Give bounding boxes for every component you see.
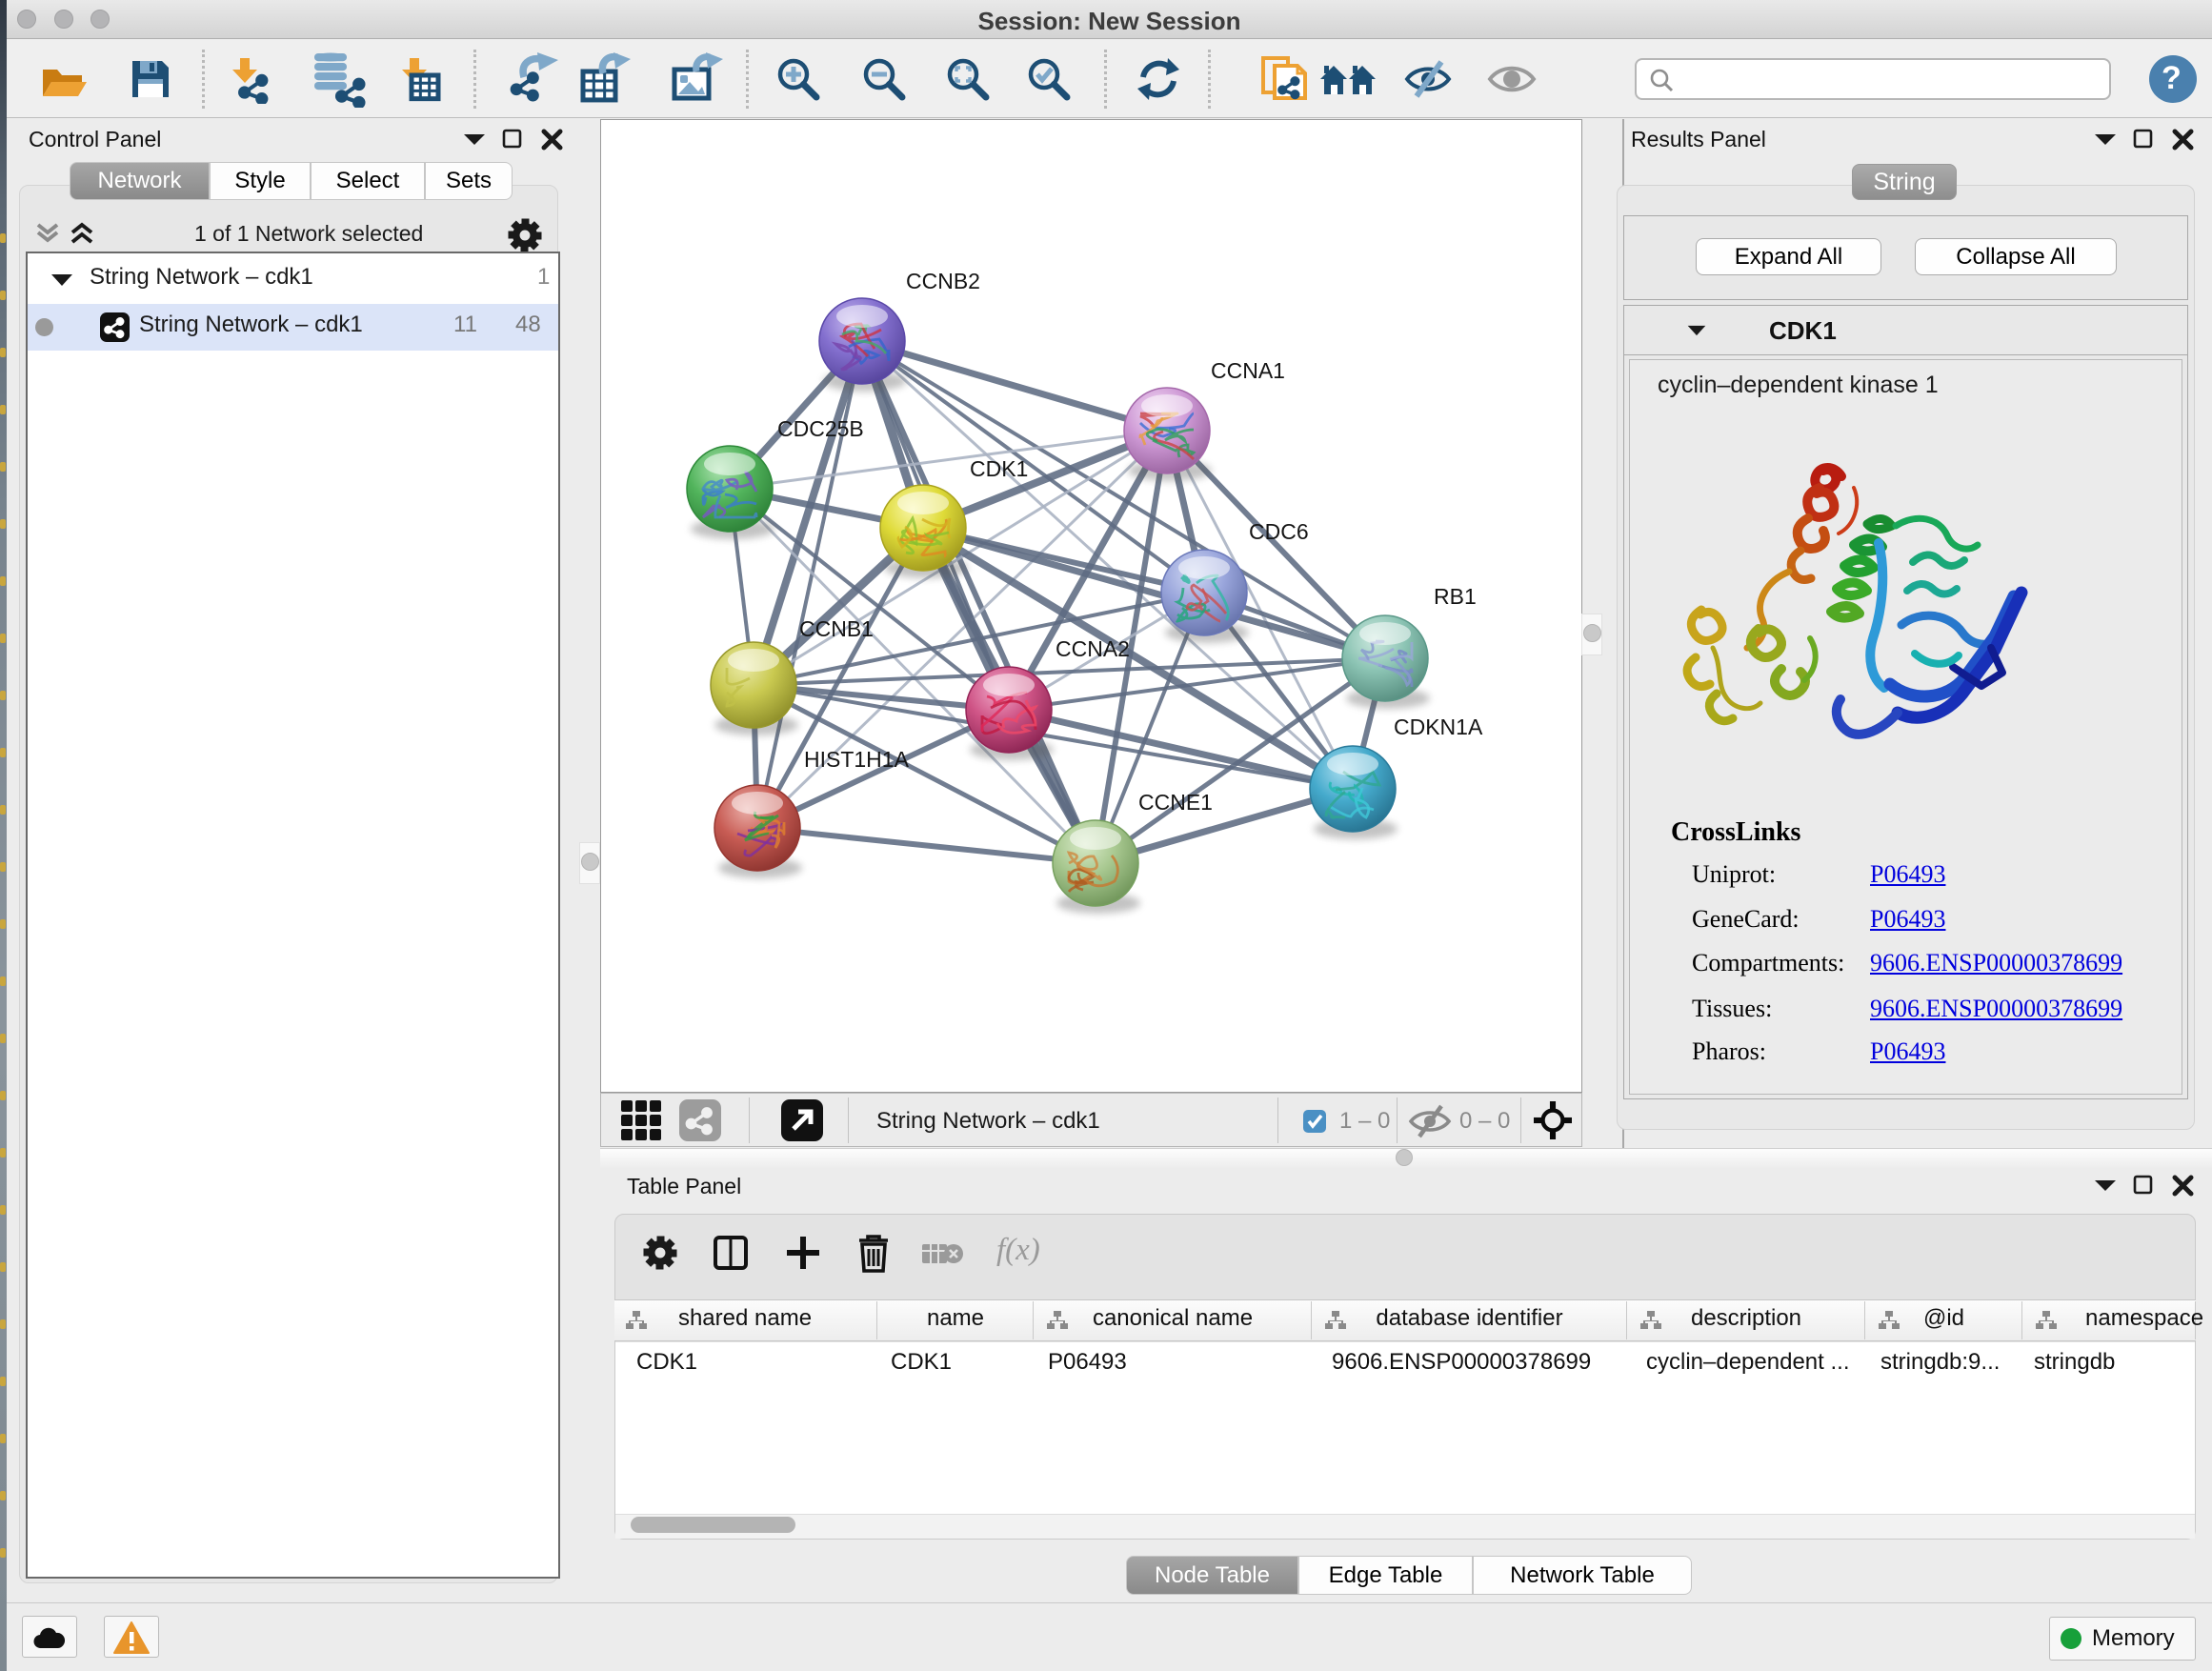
svg-text:CDK1: CDK1 (970, 456, 1028, 481)
svg-text:CCNB2: CCNB2 (906, 269, 980, 293)
svg-text:CDKN1A: CDKN1A (1394, 715, 1483, 739)
svg-text:CDC25B: CDC25B (777, 416, 864, 441)
svg-text:CDC6: CDC6 (1249, 519, 1309, 544)
svg-text:CCNE1: CCNE1 (1138, 790, 1213, 815)
svg-text:CCNA1: CCNA1 (1211, 358, 1285, 383)
svg-text:HIST1H1A: HIST1H1A (804, 747, 910, 772)
svg-text:RB1: RB1 (1434, 584, 1477, 609)
svg-text:CCNB1: CCNB1 (799, 616, 874, 641)
svg-text:CCNA2: CCNA2 (1056, 636, 1130, 661)
